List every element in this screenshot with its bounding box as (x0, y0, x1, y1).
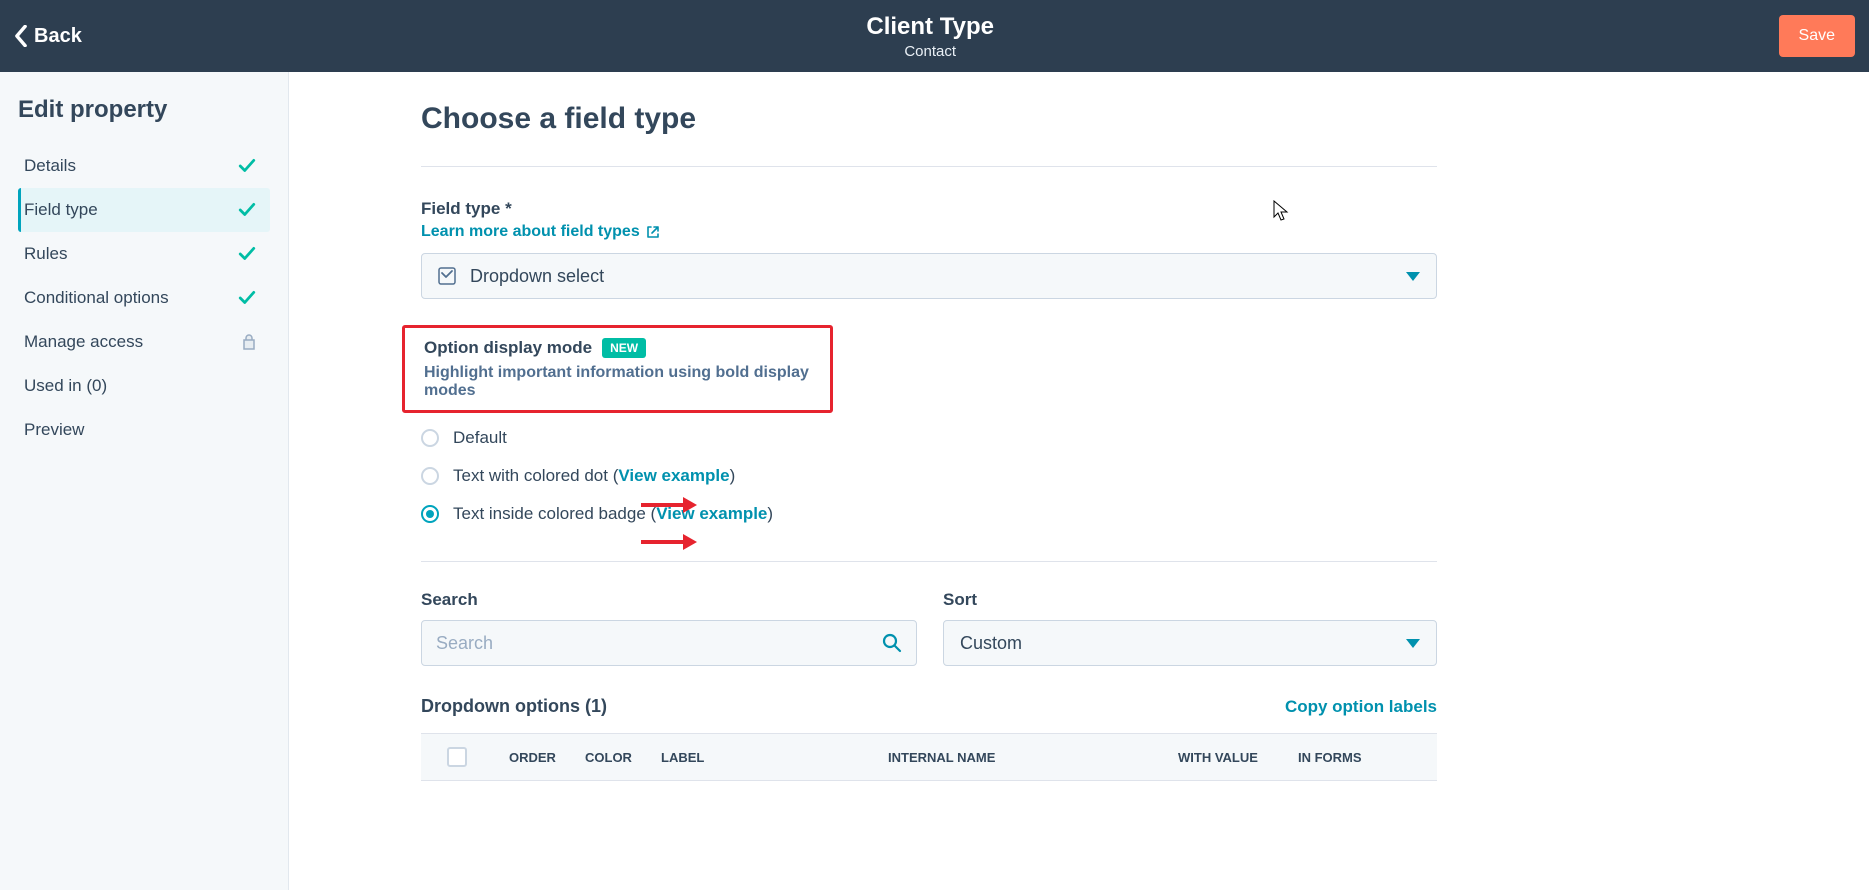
th-label: LABEL (661, 750, 888, 765)
back-button[interactable]: Back (14, 25, 82, 48)
field-type-label: Field type * (421, 199, 512, 219)
external-link-icon (646, 225, 660, 239)
sidebar-item-used-in[interactable]: Used in (0) (18, 364, 270, 408)
radio-input[interactable] (421, 429, 439, 447)
check-icon (238, 245, 256, 263)
radio-label: Text with colored dot ( (453, 466, 618, 485)
radio-option-colored-dot[interactable]: Text with colored dot (View example) (421, 457, 1437, 495)
search-label: Search (421, 590, 917, 610)
th-order: ORDER (509, 750, 585, 765)
sort-select[interactable]: Custom (943, 620, 1437, 666)
topbar-center: Client Type Contact (866, 13, 994, 60)
annotation-arrow (641, 534, 697, 550)
check-icon (238, 157, 256, 175)
sidebar-item-manage-access[interactable]: Manage access (18, 320, 270, 364)
th-withval: WITH VALUE (1178, 750, 1298, 765)
option-display-mode-desc: Highlight important information using bo… (424, 364, 818, 400)
divider (421, 561, 1437, 562)
sidebar-item-conditional-options[interactable]: Conditional options (18, 276, 270, 320)
option-display-mode-label: Option display mode (424, 338, 592, 358)
main-heading: Choose a field type (421, 102, 1437, 167)
th-informs: IN FORMS (1298, 750, 1362, 765)
field-type-select[interactable]: Dropdown select (421, 253, 1437, 299)
select-all-checkbox[interactable] (447, 747, 467, 767)
sidebar-item-details[interactable]: Details (18, 144, 270, 188)
sort-label: Sort (943, 590, 1437, 610)
radio-suffix: ) (730, 466, 736, 485)
field-type-value: Dropdown select (470, 266, 604, 287)
radio-input[interactable] (421, 505, 439, 523)
sidebar-item-field-type[interactable]: Field type (18, 188, 270, 232)
check-icon (238, 201, 256, 219)
learn-more-text: Learn more about field types (421, 223, 640, 241)
sidebar-item-label: Preview (24, 420, 84, 440)
field-type-section: Field type * Learn more about field type… (421, 199, 1437, 299)
topbar: Back Client Type Contact Save (0, 0, 1869, 72)
sidebar: Edit property Details Field type Rules C… (0, 72, 289, 890)
option-display-mode-highlight: Option display mode NEW Highlight import… (402, 325, 833, 413)
radio-option-default[interactable]: Default (421, 419, 1437, 457)
learn-more-link[interactable]: Learn more about field types (421, 223, 660, 241)
sidebar-item-preview[interactable]: Preview (18, 408, 270, 452)
annotation-arrow (641, 497, 697, 513)
sort-value: Custom (960, 633, 1022, 654)
new-badge: NEW (602, 338, 646, 358)
page-subtitle: Contact (866, 43, 994, 60)
caret-down-icon (1406, 639, 1420, 648)
dropdown-type-icon (438, 267, 456, 285)
sidebar-item-label: Details (24, 156, 76, 176)
search-input[interactable] (436, 633, 882, 654)
dropdown-options-title: Dropdown options (1) (421, 696, 607, 717)
radio-suffix: ) (767, 504, 773, 523)
back-label: Back (34, 25, 82, 48)
search-icon (882, 633, 902, 653)
sidebar-item-label: Manage access (24, 332, 143, 352)
th-color: COLOR (585, 750, 661, 765)
chevron-left-icon (14, 25, 28, 47)
sidebar-item-label: Conditional options (24, 288, 169, 308)
sidebar-item-label: Rules (24, 244, 67, 264)
options-header: Dropdown options (1) Copy option labels (421, 696, 1437, 717)
search-box[interactable] (421, 620, 917, 666)
caret-down-icon (1406, 272, 1420, 281)
sidebar-item-label: Used in (0) (24, 376, 107, 396)
options-table-header: ORDER COLOR LABEL INTERNAL NAME WITH VAL… (421, 733, 1437, 781)
radio-option-colored-badge[interactable]: Text inside colored badge (View example) (421, 495, 1437, 533)
radio-input[interactable] (421, 467, 439, 485)
copy-option-labels-link[interactable]: Copy option labels (1285, 697, 1437, 717)
save-button[interactable]: Save (1779, 15, 1855, 57)
sidebar-heading: Edit property (18, 96, 270, 124)
display-mode-radio-group: Default Text with colored dot (View exam… (421, 419, 1437, 533)
view-example-link[interactable]: View example (618, 466, 729, 485)
radio-label: Default (453, 428, 507, 448)
sidebar-item-rules[interactable]: Rules (18, 232, 270, 276)
main: Choose a field type Field type * Learn m… (289, 72, 1869, 890)
filter-row: Search Sort Custom (421, 590, 1437, 666)
lock-icon (242, 334, 256, 350)
check-icon (238, 289, 256, 307)
radio-label: Text inside colored badge ( (453, 504, 656, 523)
th-internal: INTERNAL NAME (888, 750, 1178, 765)
sidebar-item-label: Field type (24, 200, 98, 220)
page-title: Client Type (866, 13, 994, 41)
